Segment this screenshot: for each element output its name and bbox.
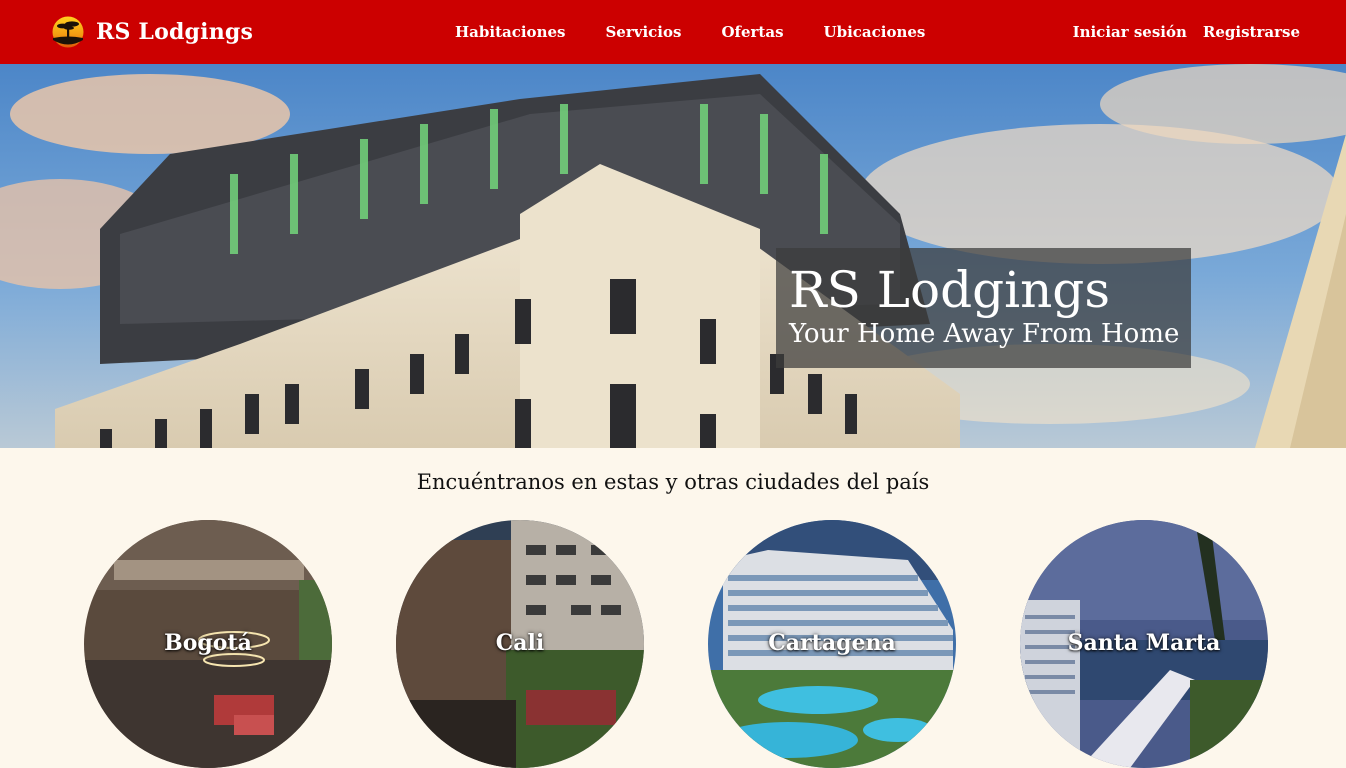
hero-title: RS Lodgings [789,261,1110,319]
nav-ubicaciones[interactable]: Ubicaciones [824,23,926,41]
account-nav: Iniciar sesión Registrarse [1057,0,1300,64]
city-card-cartagena[interactable]: Cartagena [708,520,956,768]
top-navbar: RS Lodgings Habitaciones Servicios Ofert… [0,0,1346,64]
brand-name: RS Lodgings [96,19,254,45]
city-label-santa-marta: Santa Marta [1067,630,1221,656]
brand-link[interactable]: RS Lodgings [52,15,253,49]
city-label-bogota: Bogotá [164,630,252,656]
locations-heading: Encuéntranos en estas y otras ciudades d… [416,470,930,494]
city-card-santa-marta[interactable]: Santa Marta [1020,520,1268,768]
hero-banner: RS Lodgings Your Home Away From Home [0,64,1346,448]
main-nav: Habitaciones Servicios Ofertas Ubicacion… [455,0,965,64]
city-card-cali[interactable]: Cali [396,520,644,768]
nav-habitaciones[interactable]: Habitaciones [455,23,565,41]
register-link[interactable]: Registrarse [1203,23,1300,41]
city-label-cartagena: Cartagena [768,630,896,656]
city-card-bogota[interactable]: Bogotá [84,520,332,768]
nav-ofertas[interactable]: Ofertas [721,23,783,41]
city-label-cali: Cali [495,630,545,656]
nav-servicios[interactable]: Servicios [605,23,681,41]
hero-caption: RS Lodgings Your Home Away From Home [776,248,1191,368]
hero-subtitle: Your Home Away From Home [789,319,1180,349]
sunset-tree-logo-icon [52,16,84,48]
login-link[interactable]: Iniciar sesión [1073,23,1187,41]
